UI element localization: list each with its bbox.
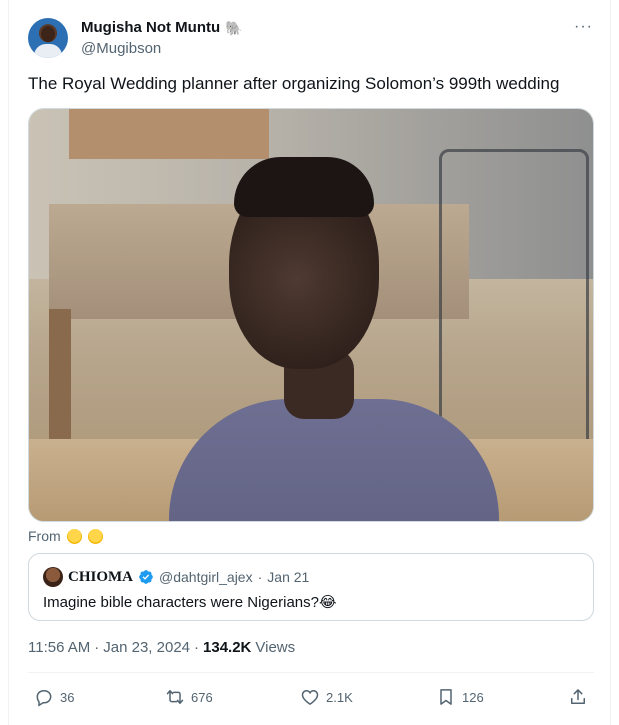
quoted-tweet-header: CHIOMA @dahtgirl_ajex · Jan 21 xyxy=(43,567,309,587)
media-board xyxy=(69,109,269,159)
quoted-date: Jan 21 xyxy=(267,569,310,585)
reply-icon xyxy=(36,690,52,707)
from-row: From xyxy=(28,528,103,544)
like-button[interactable]: 2.1K xyxy=(300,687,353,707)
tweet-time[interactable]: 11:56 AM xyxy=(28,639,90,656)
repost-count: 676 xyxy=(191,689,213,705)
author-avatar[interactable] xyxy=(28,18,68,58)
quoted-tweet-text: Imagine bible characters were Nigerians?… xyxy=(43,594,337,611)
avatar-shirt xyxy=(34,44,62,58)
like-count: 2.1K xyxy=(326,689,353,705)
author-handle[interactable]: @Mugibson xyxy=(81,40,161,57)
views-count: 134.2K xyxy=(203,639,252,656)
divider xyxy=(28,672,594,673)
bookmark-count: 126 xyxy=(462,689,484,705)
action-bar: 36 676 2.1K 126 xyxy=(28,683,594,715)
author-name-row: Mugisha Not Muntu 🐘 xyxy=(81,19,243,36)
heart-icon xyxy=(301,689,319,705)
from-label: From xyxy=(28,528,61,544)
quoted-author-handle: @dahtgirl_ajex xyxy=(159,569,253,585)
tweet-header: Mugisha Not Muntu 🐘 @Mugibson ··· xyxy=(28,14,599,62)
tweet-media[interactable] xyxy=(28,108,594,522)
meta-separator: · xyxy=(94,639,100,656)
repost-button[interactable]: 676 xyxy=(165,687,213,707)
share-icon xyxy=(571,689,585,704)
meta-separator: · xyxy=(194,639,200,656)
reply-count: 36 xyxy=(60,689,75,705)
tweet-text: The Royal Wedding planner after organizi… xyxy=(28,74,560,93)
bookmark-button[interactable]: 126 xyxy=(436,687,484,707)
quoted-author-avatar xyxy=(43,567,63,587)
tweet-date[interactable]: Jan 23, 2024 xyxy=(103,639,190,656)
tweet-meta-row: 11:56 AM · Jan 23, 2024 · 134.2K Views xyxy=(28,639,295,656)
chick-icon xyxy=(66,528,82,544)
verified-badge-icon xyxy=(139,570,153,584)
repost-icon xyxy=(166,690,184,704)
more-options-icon[interactable]: ··· xyxy=(574,18,593,36)
quoted-tweet[interactable]: CHIOMA @dahtgirl_ajex · Jan 21 Imagine b… xyxy=(28,553,594,621)
author-display-name[interactable]: Mugisha Not Muntu xyxy=(81,19,220,36)
quoted-separator: · xyxy=(257,569,263,585)
share-button[interactable] xyxy=(568,687,588,707)
views-label: Views xyxy=(255,639,296,656)
reply-button[interactable]: 36 xyxy=(34,687,74,707)
media-chair xyxy=(439,149,589,449)
elephant-icon: 🐘 xyxy=(225,19,243,36)
avatar-face xyxy=(41,26,55,42)
bookmark-icon xyxy=(440,689,452,705)
chick-icon xyxy=(87,528,103,544)
media-child-hair xyxy=(234,157,374,217)
quoted-author-name: CHIOMA xyxy=(68,568,133,585)
